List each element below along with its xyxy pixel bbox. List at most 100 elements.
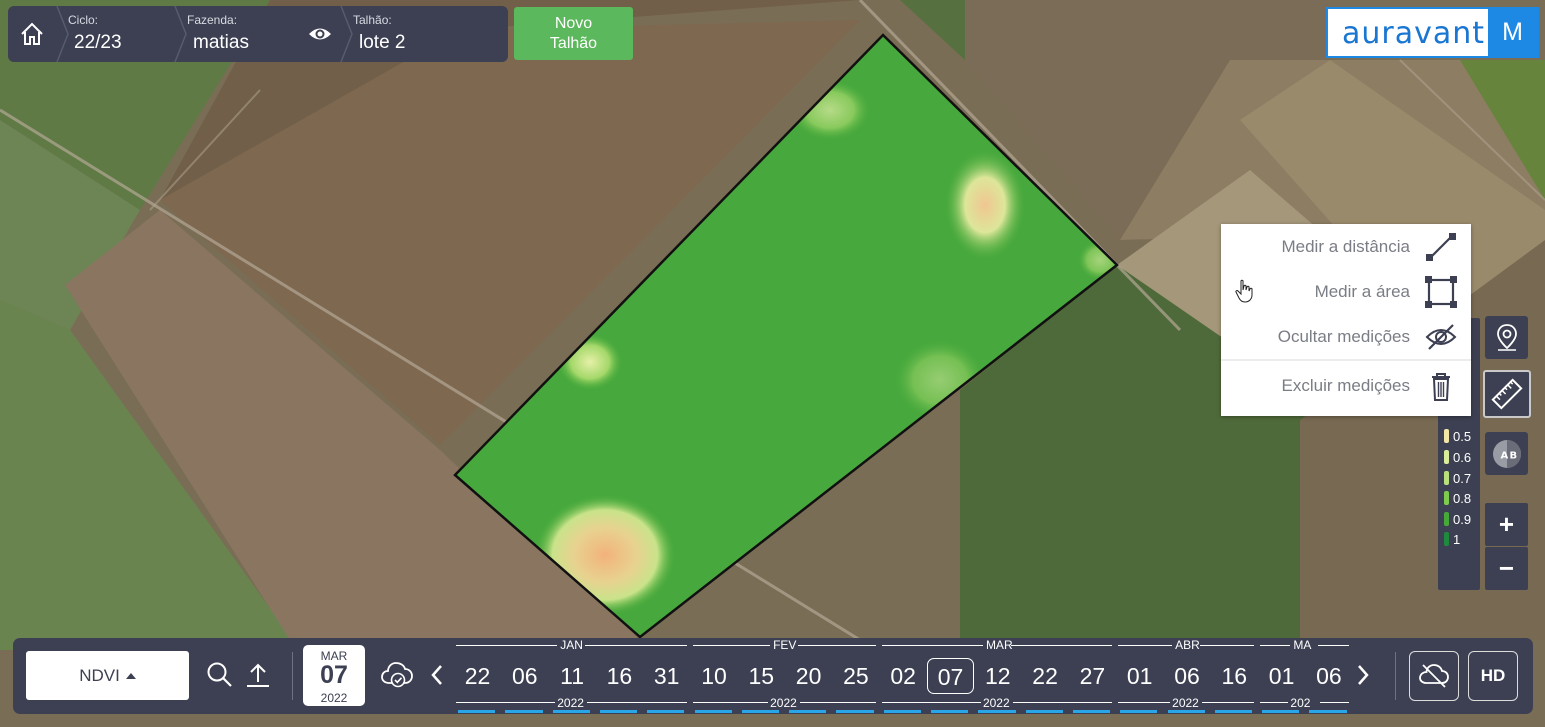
chevron-right-icon [1358, 665, 1369, 685]
image-coverage-bar [1167, 710, 1205, 713]
zoom-in-button[interactable]: + [1485, 503, 1528, 546]
search-button[interactable] [205, 660, 235, 690]
timeline-year-label: 2022 [1172, 696, 1199, 710]
image-coverage-bar [741, 710, 780, 713]
timeline-year-label: 2022 [770, 696, 797, 710]
divider [1395, 652, 1396, 700]
timeline-date[interactable]: 06 [1164, 658, 1211, 694]
timeline-year-rule [1260, 702, 1289, 703]
compare-button[interactable]: A B [1485, 432, 1528, 475]
home-button[interactable] [8, 6, 56, 62]
field-selector[interactable]: Talhão: lote 2 [353, 6, 503, 62]
hide-clouds-button[interactable] [1409, 651, 1459, 701]
timeline-date[interactable]: 16 [596, 658, 643, 694]
image-coverage-bar [789, 710, 827, 713]
timeline-month-rule [1200, 645, 1255, 646]
timeline-month-rule [1118, 645, 1173, 646]
timeline-date[interactable]: 07 [927, 658, 974, 694]
toggle-visibility-button[interactable] [306, 22, 334, 46]
index-selector-value: NDVI [79, 665, 120, 685]
timeline-date[interactable]: 25 [832, 658, 879, 694]
image-coverage-bar [599, 710, 638, 713]
image-coverage-bar [1025, 710, 1063, 713]
timeline-date[interactable]: 11 [549, 658, 596, 694]
upload-button[interactable] [243, 660, 273, 690]
timeline-month-label: ABR [1175, 638, 1200, 652]
cloud-filter-button[interactable] [380, 660, 414, 690]
image-coverage-bar [505, 710, 543, 713]
legend-row: 0.8 [1444, 489, 1471, 507]
timeline-month-rule [1010, 645, 1113, 646]
farm-value: matias [193, 32, 249, 53]
delete-measurements-item[interactable]: Excluir medições [1221, 363, 1471, 409]
timeline-year-rule [692, 702, 769, 703]
timeline-date[interactable]: 06 [501, 658, 548, 694]
timeline-date[interactable]: 12 [974, 658, 1021, 694]
legend-swatch [1444, 512, 1449, 526]
timeline-year-rule [1012, 702, 1113, 703]
brand-logo: auravant M [1326, 7, 1539, 58]
selected-date-card[interactable]: MAR 07 2022 [303, 645, 365, 706]
cloud-check-icon [381, 662, 413, 688]
timeline-date[interactable]: 15 [738, 658, 785, 694]
timeline-date[interactable]: 06 [1305, 658, 1351, 694]
timeline-date[interactable]: 27 [1069, 658, 1116, 694]
image-coverage-bar [836, 710, 874, 713]
measure-distance-item[interactable]: Medir a distância [1221, 224, 1471, 269]
image-coverage-bar [931, 710, 969, 713]
cycle-label: Ciclo: [68, 13, 99, 27]
svg-text:A: A [1500, 450, 1508, 461]
timeline-year-rule [587, 702, 687, 703]
image-coverage-bar [1214, 710, 1253, 713]
timeline-date[interactable]: 02 [880, 658, 927, 694]
hide-measurements-item[interactable]: Ocultar medições [1221, 314, 1471, 359]
image-coverage-bar [458, 710, 496, 713]
minus-icon: − [1498, 553, 1515, 583]
timeline-date[interactable]: 01 [1116, 658, 1163, 694]
timeline-year-rule [881, 702, 981, 703]
legend-row: 1 [1444, 530, 1460, 548]
new-field-button[interactable]: Novo Talhão [514, 7, 633, 60]
timeline-date[interactable]: 16 [1211, 658, 1258, 694]
timeline-bar: NDVI MAR 07 2022 22 06 11 16 31 10 15 20 25 02 07 1… [13, 638, 1533, 714]
timeline-date[interactable]: 10 [691, 658, 738, 694]
index-selector[interactable]: NDVI [26, 651, 189, 700]
user-menu-button[interactable]: M [1488, 9, 1537, 56]
field-value: lote 2 [359, 32, 406, 53]
timeline-date[interactable]: 31 [643, 658, 690, 694]
timeline-month-rule [585, 645, 687, 646]
measure-menu: Medir a distância Medir a área Ocultar m… [1221, 224, 1471, 416]
timeline-year-label: 2022 [557, 696, 584, 710]
timeline-year-rule [800, 702, 876, 703]
farm-label: Fazenda: [187, 13, 238, 27]
search-icon [207, 662, 232, 687]
ruler-icon [1491, 378, 1523, 410]
hd-button[interactable]: HD [1468, 651, 1518, 701]
legend-swatch [1444, 532, 1449, 546]
measure-area-label: Medir a área [1314, 281, 1410, 301]
timeline-next-button[interactable] [1353, 660, 1373, 690]
selected-day: 07 [320, 661, 348, 689]
eye-icon [309, 28, 331, 40]
timeline-date[interactable]: 22 [454, 658, 501, 694]
legend-value: 0.8 [1453, 490, 1472, 506]
legend-row: 0.9 [1444, 510, 1471, 528]
cycle-selector[interactable]: Ciclo: 22/23 [68, 6, 178, 62]
timeline-date[interactable]: 01 [1258, 658, 1305, 694]
cloud-off-icon [1419, 664, 1449, 688]
image-coverage-bar [978, 710, 1016, 713]
chevron-left-icon [431, 665, 442, 685]
measure-tool-button[interactable] [1483, 370, 1531, 418]
zoom-out-button[interactable]: − [1485, 547, 1528, 590]
legend-value: 0.7 [1453, 470, 1472, 486]
measure-area-item[interactable]: Medir a área [1221, 269, 1471, 314]
location-button[interactable] [1485, 316, 1528, 359]
timeline-date[interactable]: 20 [785, 658, 832, 694]
timeline-prev-button[interactable] [427, 660, 447, 690]
area-measure-icon [1423, 274, 1459, 310]
timeline-month-label: JAN [560, 638, 583, 652]
image-coverage-bar [694, 710, 732, 713]
trash-icon [1423, 368, 1459, 404]
legend-value: 1 [1453, 531, 1461, 547]
timeline-date[interactable]: 22 [1022, 658, 1069, 694]
